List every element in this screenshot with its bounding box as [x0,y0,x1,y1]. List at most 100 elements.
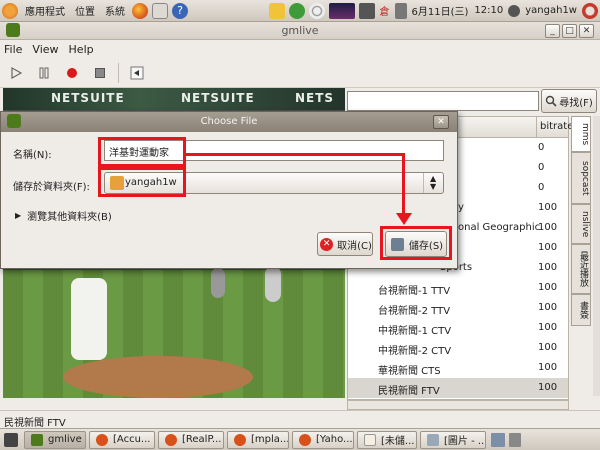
toolbar [0,58,600,88]
annotation-arrow-line-v [402,153,405,215]
menu-file[interactable]: File [4,43,22,56]
search-icon [546,95,557,107]
list-item-name: y [458,202,464,213]
list-item-bitrate: 100 [538,382,558,393]
video-pitcher-mound [63,356,253,398]
wallpaper-icon[interactable] [328,2,355,19]
ubuntu-logo-icon[interactable] [2,2,18,19]
banner-text-1: NETSUITE [51,91,125,105]
task-gmlive[interactable]: gmlive [24,430,86,449]
window-titlebar[interactable]: gmlive _ □ ✕ [0,22,600,40]
find-button-label: 尋找(F) [559,97,593,109]
play-button[interactable] [6,63,26,83]
editor-task-icon [364,433,376,446]
list-item-bitrate: 100 [538,322,558,333]
tab-sopcast[interactable]: sopcast [571,152,591,204]
save-disk-icon [390,237,404,251]
user-switcher-icon[interactable] [508,4,521,17]
clock-date[interactable]: 6月11日(三) [412,3,469,18]
trash-icon[interactable] [509,432,521,447]
list-item-bitrate: 0 [538,162,545,173]
list-item-selected[interactable]: 民視新聞 FTV 100 [348,378,568,398]
dialog-titlebar[interactable]: Choose File ✕ [1,112,457,132]
show-desktop-icon[interactable] [4,432,18,447]
close-button[interactable]: ✕ [579,24,594,38]
gmlive-task-icon [31,433,43,446]
power-icon[interactable] [582,2,598,19]
stop-button[interactable] [90,63,110,83]
maximize-button[interactable]: □ [562,24,577,38]
task-label: [mpla... [251,434,289,445]
menu-applications[interactable]: 應用程式 [20,3,70,18]
video-pitcher [71,278,107,360]
task-yahoo[interactable]: [Yaho... [292,430,354,449]
tab-recent[interactable]: 最近播放 [571,244,591,294]
open-button[interactable] [127,63,147,83]
mail-icon[interactable] [152,2,168,19]
list-item-bitrate: 100 [538,282,558,293]
menu-view[interactable]: View [32,43,58,56]
workspace-switcher-icon[interactable] [491,432,505,447]
firefox-icon[interactable] [132,2,148,19]
menu-places[interactable]: 位置 [70,3,100,18]
list-item-bitrate: 0 [538,142,545,153]
browse-label: 瀏覽其他資料夾(B) [27,212,112,223]
save-button[interactable]: 儲存(S) [385,231,447,257]
image-task-icon [427,433,439,446]
list-item[interactable]: 中視新聞-1 CTV 100 [348,318,568,338]
help-icon[interactable]: ? [172,2,188,19]
source-tabs: mms sopcast nslive 最近播放 書簽 [571,116,593,336]
record-button[interactable] [62,63,82,83]
tab-mms[interactable]: mms [571,116,591,152]
list-item[interactable]: 中視新聞-2 CTV 100 [348,338,568,358]
list-item-bitrate: 100 [538,362,558,373]
list-item-bitrate: 0 [538,182,545,193]
task-accu[interactable]: [Accu... [89,430,155,449]
horizontal-scrollbar[interactable] [347,400,569,410]
save-folder-select[interactable]: yangah1w ▲ ▼ [104,172,444,194]
minimize-button[interactable]: _ [545,24,560,38]
combo-divider [423,173,424,193]
task-mplayer[interactable]: [mpla... [227,430,289,449]
user-name[interactable]: yangah1w [525,5,577,16]
list-item[interactable]: 台視新聞-2 TTV 100 [348,298,568,318]
pause-button[interactable] [34,63,54,83]
dialog-close-button[interactable]: ✕ [433,115,449,129]
cancel-button[interactable]: ✕ 取消(C) [317,232,373,256]
vertical-scrollbar[interactable] [593,116,600,396]
clock-time[interactable]: 12:10 [474,5,503,16]
firefox-task-icon [96,433,108,446]
cancel-button-label: 取消(C) [337,240,372,252]
task-unsaved[interactable]: [未儲... [357,430,417,449]
weather-icon[interactable] [268,2,285,19]
tab-nslive[interactable]: nslive [571,204,591,244]
banner-text-3: NETS [295,91,335,105]
task-label: [RealP... [182,434,222,445]
search-tray-icon[interactable] [308,2,325,19]
list-item-bitrate: 100 [538,302,558,313]
list-item[interactable]: 台視新聞-1 TTV 100 [348,278,568,298]
list-item[interactable]: 華視新聞 CTS 100 [348,358,568,378]
browse-other-folders-expander[interactable]: ▶ 瀏覽其他資料夾(B) [15,208,112,223]
volume-icon[interactable] [394,2,407,19]
input-method-indicator[interactable]: 倉 [380,3,390,18]
filename-input[interactable]: 洋基對運動家 [104,140,444,161]
expander-arrow-icon: ▶ [15,211,22,220]
list-item-name: 中視新聞-1 CTV [378,326,452,337]
network-icon[interactable] [358,2,375,19]
update-icon[interactable] [288,2,305,19]
cancel-icon: ✕ [320,237,334,251]
toolbar-separator [118,62,119,83]
video-batter [265,266,281,302]
name-label: 名稱(N): [13,150,52,161]
search-input[interactable] [347,91,539,111]
firefox-task-icon [234,433,246,446]
tab-bookmarks[interactable]: 書簽 [571,294,591,326]
list-item-name: 中視新聞-2 CTV [378,346,452,357]
task-image[interactable]: [圖片 - ... [420,430,486,449]
task-realplayer[interactable]: [RealP... [158,430,224,449]
menu-help[interactable]: Help [69,43,94,56]
top-panel: 應用程式 位置 系統 ? 倉 6月11日(三) 12:10 yangah1w [0,0,600,22]
find-button[interactable]: 尋找(F) [541,89,597,113]
menu-system[interactable]: 系統 [100,3,130,18]
